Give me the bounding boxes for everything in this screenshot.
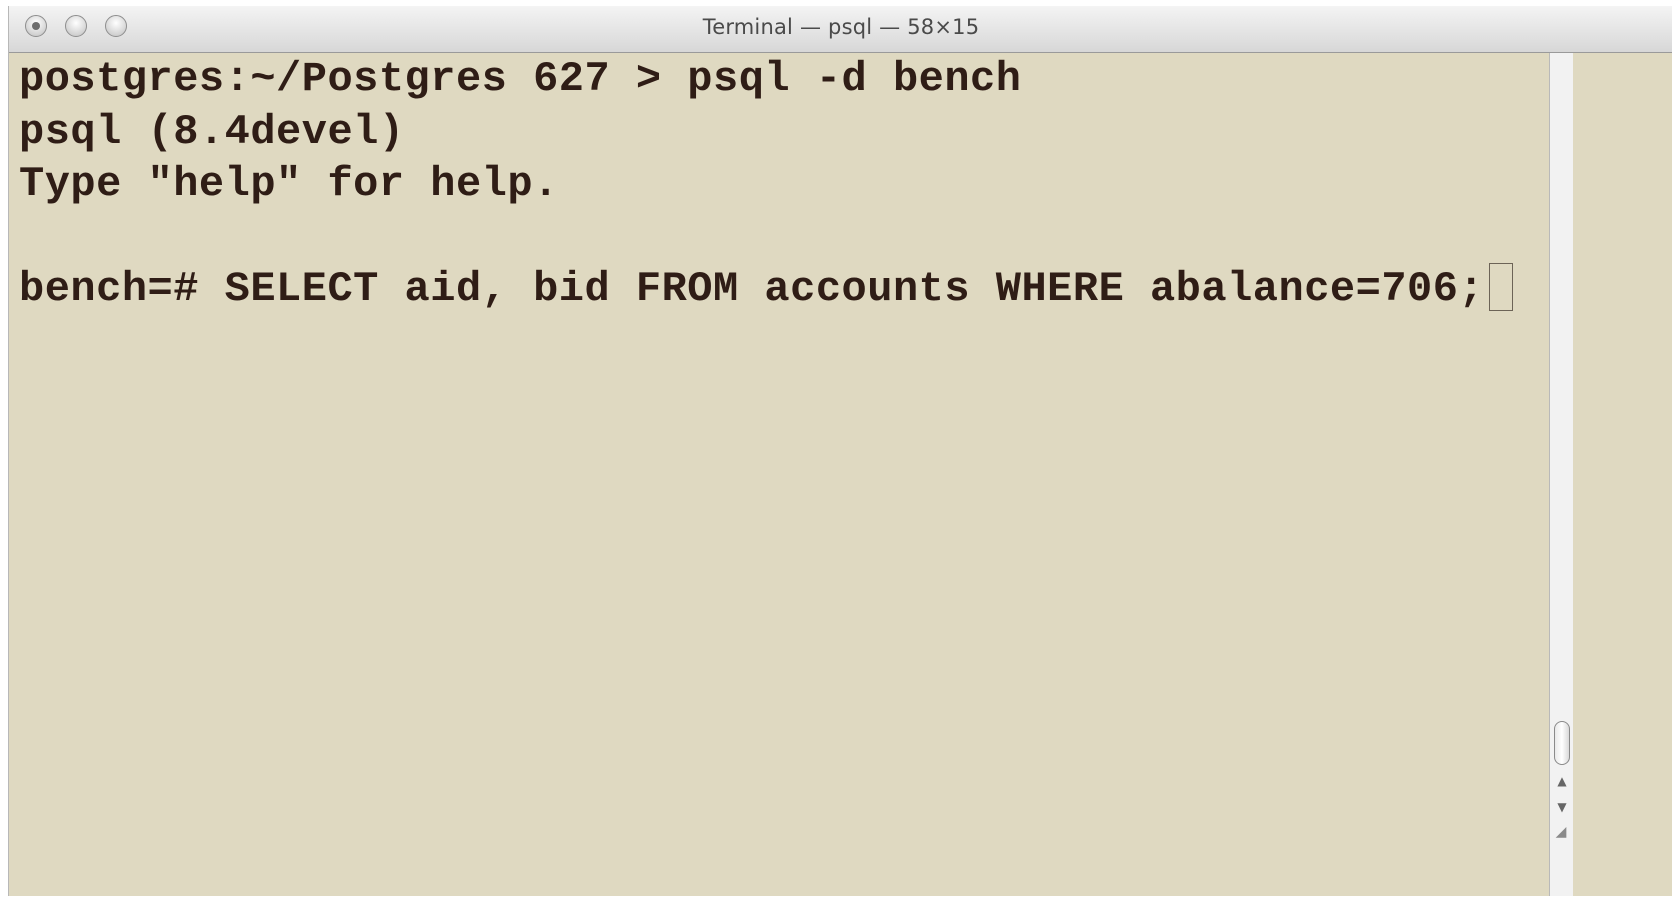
- scrollbar-thumb[interactable]: [1554, 721, 1570, 765]
- terminal-content[interactable]: postgres:~/Postgres 627 > psql -d bench …: [9, 53, 1543, 896]
- resize-handle-icon[interactable]: ◢: [1550, 821, 1572, 843]
- terminal-line: Type "help" for help.: [19, 160, 559, 208]
- window-title: Terminal — psql — 58×15: [702, 15, 980, 39]
- terminal-line: psql (8.4devel): [19, 107, 405, 156]
- cursor-icon: [1489, 262, 1514, 311]
- prompt-line: bench=# SELECT aid, bid FROM accounts WH…: [19, 262, 1543, 316]
- scroll-down-arrow-icon[interactable]: ▼: [1552, 795, 1572, 819]
- scroll-up-arrow-icon[interactable]: ▲: [1552, 769, 1572, 793]
- scrollbar[interactable]: ▲ ▼ ◢: [1549, 53, 1573, 896]
- title-bar[interactable]: Terminal — psql — 58×15: [9, 6, 1672, 53]
- terminal-window: Terminal — psql — 58×15 postgres:~/Postg…: [8, 6, 1672, 896]
- terminal-line: postgres:~/Postgres 627 > psql -d bench: [19, 55, 1022, 103]
- command-text: bench=# SELECT aid, bid FROM accounts WH…: [19, 265, 1485, 313]
